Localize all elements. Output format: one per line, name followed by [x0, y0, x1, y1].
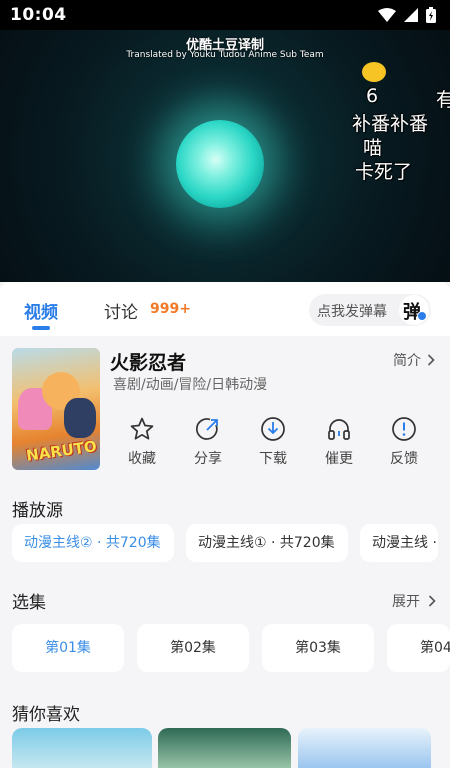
download-button[interactable]: 下载: [245, 416, 301, 468]
danmu-toggle-icon[interactable]: 弹: [399, 295, 429, 325]
sources-title: 播放源: [12, 501, 63, 521]
source-chip[interactable]: 动漫主线② · 共720集: [12, 524, 174, 562]
show-poster[interactable]: NARUTO: [12, 348, 100, 470]
chevron-right-icon: [428, 595, 436, 607]
chevron-right-icon: [427, 354, 435, 366]
urge-update-button[interactable]: 催更: [311, 416, 367, 468]
video-frame-moon: [176, 120, 264, 208]
poster-logo: NARUTO: [25, 437, 98, 465]
recommend-card[interactable]: [158, 728, 291, 768]
tab-active-indicator: [32, 326, 50, 330]
share-label: 分享: [194, 451, 222, 467]
tab-video[interactable]: 视频: [24, 298, 58, 323]
intro-label: 简介: [393, 353, 421, 369]
send-danmu-button[interactable]: 点我发弹幕 弹: [309, 294, 431, 326]
danmu-comment: 喵: [363, 137, 383, 159]
intro-link[interactable]: 简介: [393, 350, 435, 370]
feedback-icon: [392, 417, 416, 441]
download-icon: [261, 417, 285, 441]
status-icons: [378, 7, 436, 23]
star-icon: [130, 417, 154, 440]
danmu-comment: 卡死了: [355, 161, 413, 183]
detail-content: NARUTO 火影忍者 喜剧/动画/冒险/日韩动漫 简介 收藏 分享 下载 催更…: [0, 336, 450, 768]
recommend-title: 猜你喜欢: [12, 705, 80, 725]
danmu-emoji-icon: [362, 62, 386, 82]
status-time: 10:04: [10, 5, 67, 25]
share-icon: [196, 418, 218, 440]
feedback-label: 反馈: [390, 451, 418, 467]
urge-update-label: 催更: [325, 451, 353, 467]
episode-chip[interactable]: 第01集: [12, 624, 124, 672]
collect-button[interactable]: 收藏: [114, 416, 170, 468]
battery-icon: [426, 7, 436, 23]
show-title: 火影忍者: [110, 352, 187, 374]
episode-chip[interactable]: 第04集: [387, 624, 450, 672]
danmu-comment: 有: [436, 89, 450, 111]
episode-chip[interactable]: 第03集: [262, 624, 374, 672]
status-bar: 10:04: [0, 0, 450, 30]
detail-tab-bar: 视频 讨论 999+ 点我发弹幕 弹: [0, 282, 450, 336]
source-chip[interactable]: 动漫主线① · 共720集: [186, 524, 348, 562]
action-bar: 收藏 分享 下载 催更 反馈: [112, 416, 442, 472]
poster-figure: [64, 398, 96, 438]
video-subtitle-en: Translated by Youku Tudou Anime Sub Team: [126, 50, 324, 60]
wifi-icon: [378, 8, 396, 22]
video-player[interactable]: 优酷土豆译制 Translated by Youku Tudou Anime S…: [0, 30, 450, 282]
cellular-icon: [404, 8, 418, 22]
recommend-card[interactable]: [298, 728, 431, 768]
recommend-card[interactable]: [12, 728, 152, 768]
expand-episodes-button[interactable]: 展开: [392, 591, 436, 611]
tab-discuss[interactable]: 讨论: [104, 298, 138, 323]
source-chip[interactable]: 动漫主线 · 共720集: [360, 524, 438, 562]
episode-chip[interactable]: 第02集: [137, 624, 249, 672]
collect-label: 收藏: [128, 451, 156, 467]
danmu-comment: 补番补番: [352, 113, 429, 135]
episodes-title: 选集: [12, 593, 46, 613]
danmu-comment: 6: [366, 85, 379, 107]
download-label: 下载: [259, 451, 287, 467]
expand-label: 展开: [392, 594, 420, 610]
discuss-count-badge: 999+: [150, 301, 191, 317]
feedback-button[interactable]: 反馈: [376, 416, 432, 468]
danmu-on-indicator: [417, 311, 427, 321]
show-genre: 喜剧/动画/冒险/日韩动漫: [113, 377, 268, 393]
send-danmu-label: 点我发弹幕: [317, 304, 387, 320]
headphones-icon: [328, 419, 350, 440]
share-button[interactable]: 分享: [180, 416, 236, 468]
